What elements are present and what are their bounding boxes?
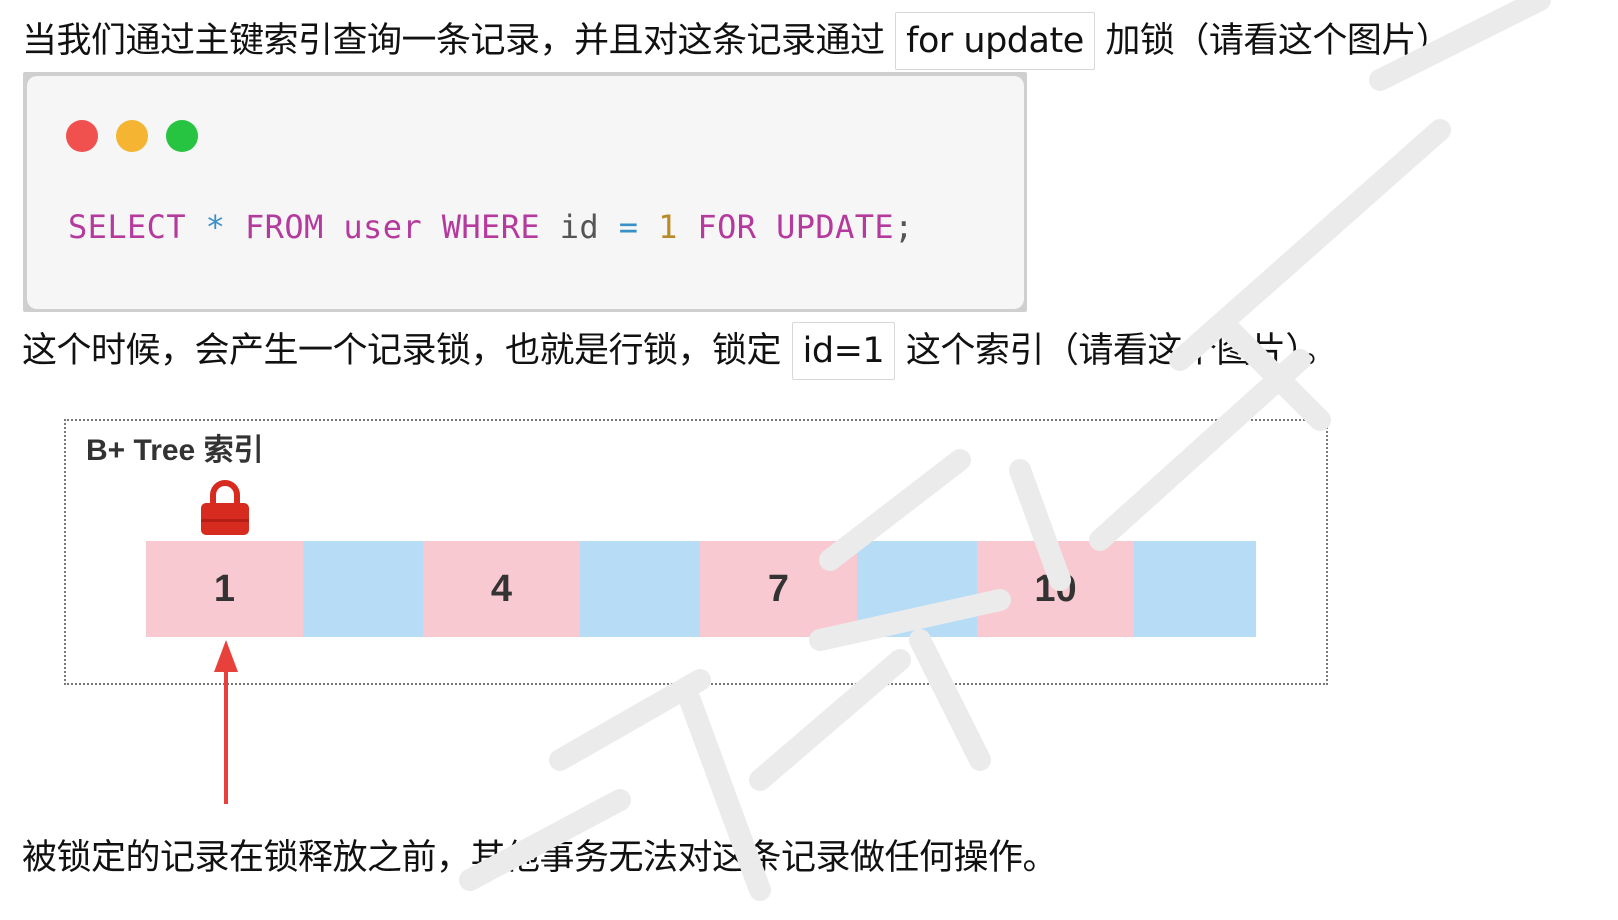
window-maximize-dot-icon	[166, 120, 198, 152]
paragraph-intro: 当我们通过主键索引查询一条记录，并且对这条记录通过 for update 加锁（…	[22, 12, 1451, 70]
paragraph-record-lock: 这个时候，会产生一个记录锁，也就是行锁，锁定 id=1 这个索引（请看这个图片）…	[22, 322, 1338, 380]
index-leaf-row: 1 4 7 10	[146, 541, 1256, 637]
code-block: SELECT * FROM user WHERE id = 1 FOR UPDA…	[23, 72, 1027, 312]
index-cell-gap	[580, 541, 700, 637]
b-plus-tree-diagram: B+ Tree 索引 1 4 7 10	[64, 419, 1328, 685]
sql-keyword-from: FROM	[245, 208, 324, 246]
window-close-dot-icon	[66, 120, 98, 152]
paragraph-intro-text-before: 当我们通过主键索引查询一条记录，并且对这条记录通过	[22, 21, 885, 61]
sql-semicolon: ;	[894, 208, 914, 246]
sql-keyword-where: WHERE	[441, 208, 541, 246]
lock-icon	[201, 480, 249, 535]
index-cell-gap	[303, 541, 423, 637]
index-cell-gap	[857, 541, 977, 637]
sql-column-name: id	[559, 208, 600, 246]
code-block-panel: SELECT * FROM user WHERE id = 1 FOR UPDA…	[27, 76, 1024, 309]
index-cell-gap	[1134, 541, 1256, 637]
index-cell-key: 1	[146, 541, 303, 637]
index-cell-key: 10	[977, 541, 1134, 637]
paragraph-intro-text-after: 加锁（请看这个图片）	[1105, 21, 1451, 61]
index-cell-key: 7	[700, 541, 857, 637]
up-arrow-icon	[214, 640, 238, 804]
diagram-title: B+ Tree 索引	[86, 434, 264, 467]
sql-operator-star: *	[205, 208, 226, 246]
sql-operator-equals: =	[618, 208, 639, 246]
paragraph-conclusion: 被锁定的记录在锁释放之前，其他事务无法对这条记录做任何操作。	[22, 838, 1058, 878]
paragraph-record-lock-text-after: 这个索引（请看这个图片）。	[905, 331, 1338, 371]
inline-code-id-1: id=1	[791, 322, 896, 380]
sql-statement: SELECT * FROM user WHERE id = 1 FOR UPDA…	[68, 208, 914, 246]
paragraph-record-lock-text-before: 这个时候，会产生一个记录锁，也就是行锁，锁定	[22, 331, 782, 371]
sql-number-value: 1	[658, 208, 678, 246]
sql-table-name: user	[343, 208, 423, 246]
index-cell-key: 4	[423, 541, 580, 637]
window-minimize-dot-icon	[116, 120, 148, 152]
inline-code-for-update: for update	[895, 12, 1095, 70]
sql-keyword-for-update: FOR UPDATE	[697, 208, 895, 246]
sql-keyword-select: SELECT	[68, 208, 186, 246]
